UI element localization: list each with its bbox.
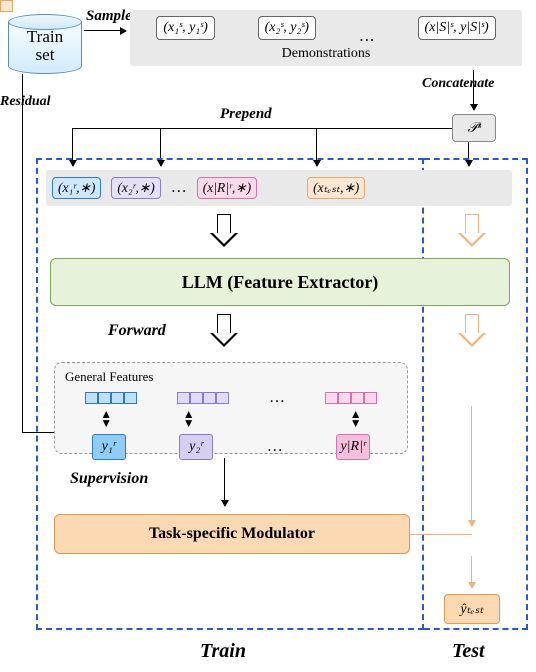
input-box: (x₁ʳ,∗) bbox=[52, 177, 101, 199]
y-label-box: y|R|ʳ bbox=[336, 434, 370, 460]
forward-arrow-icon bbox=[210, 214, 238, 248]
features-box: General Features … ▲▼ ▲▼ ▲▼ y₁ʳ y₂ʳ … y|… bbox=[54, 362, 408, 454]
demo-item: (x₁ˢ, y₁ˢ) bbox=[156, 16, 214, 40]
supervision-arrow bbox=[224, 458, 225, 506]
sample-arrow bbox=[84, 30, 126, 31]
y-label-box: y₂ʳ bbox=[179, 434, 213, 460]
inputs-row: (x₁ʳ,∗) (x₂ʳ,∗) … (x|R|ʳ,∗) (xₜₑₛₜ,∗) bbox=[46, 170, 512, 206]
sample-label: Sample bbox=[86, 8, 132, 25]
feature-vector bbox=[325, 392, 377, 404]
train-set-label: Trainset bbox=[8, 28, 82, 64]
input-ellipsis: … bbox=[171, 179, 187, 197]
modulator-box: Task-specific Modulator bbox=[54, 514, 410, 554]
bidir-icon: ▲▼ bbox=[100, 410, 112, 428]
ps-box: 𝒫ˢ bbox=[452, 114, 496, 142]
yhat-label: ŷₜₑₛₜ bbox=[460, 601, 483, 618]
forward-arrow-icon bbox=[458, 314, 486, 348]
concatenate-label: Concatenate bbox=[422, 76, 494, 92]
y-ellipsis: … bbox=[267, 438, 283, 456]
input-box: (x|R|ʳ,∗) bbox=[197, 177, 257, 199]
forward-label: Forward bbox=[108, 322, 166, 340]
test-flow-arrow bbox=[471, 556, 472, 588]
residual-line bbox=[22, 74, 23, 432]
llm-box: LLM (Feature Extractor) bbox=[50, 258, 510, 306]
test-flow-arrow bbox=[471, 406, 472, 526]
ps-symbol: 𝒫ˢ bbox=[467, 119, 480, 137]
forward-arrow-icon bbox=[210, 314, 238, 348]
input-box: (x₂ʳ,∗) bbox=[111, 177, 160, 199]
yhat-box: ŷₜₑₛₜ bbox=[444, 594, 500, 624]
supervision-label: Supervision bbox=[70, 470, 148, 488]
residual-label: Residual bbox=[0, 94, 51, 110]
feature-vector bbox=[177, 392, 229, 404]
feature-ellipsis: … bbox=[269, 389, 285, 407]
forward-arrow-icon bbox=[458, 214, 486, 248]
demo-item: (x₂ˢ, y₂ˢ) bbox=[258, 16, 316, 40]
features-label: General Features bbox=[65, 369, 397, 385]
test-region-label: Test bbox=[452, 640, 485, 663]
train-set-db: Trainset bbox=[8, 14, 82, 72]
bidir-icon: ▲▼ bbox=[350, 410, 362, 428]
test-flow-line bbox=[410, 534, 472, 535]
train-region-label: Train bbox=[200, 640, 246, 663]
y-label-box: y₁ʳ bbox=[92, 434, 126, 460]
llm-label: LLM (Feature Extractor) bbox=[182, 272, 379, 293]
modulator-label: Task-specific Modulator bbox=[149, 525, 315, 543]
bidir-icon: ▲▼ bbox=[183, 410, 195, 428]
prepend-label: Prepend bbox=[220, 106, 272, 123]
input-box-test: (xₜₑₛₜ,∗) bbox=[307, 177, 365, 199]
demonstrations-label: Demonstrations bbox=[130, 46, 522, 62]
demo-item: (x|S|ˢ, y|S|ˢ) bbox=[418, 16, 496, 40]
prepend-rail bbox=[72, 128, 452, 129]
feature-vector bbox=[85, 392, 137, 404]
